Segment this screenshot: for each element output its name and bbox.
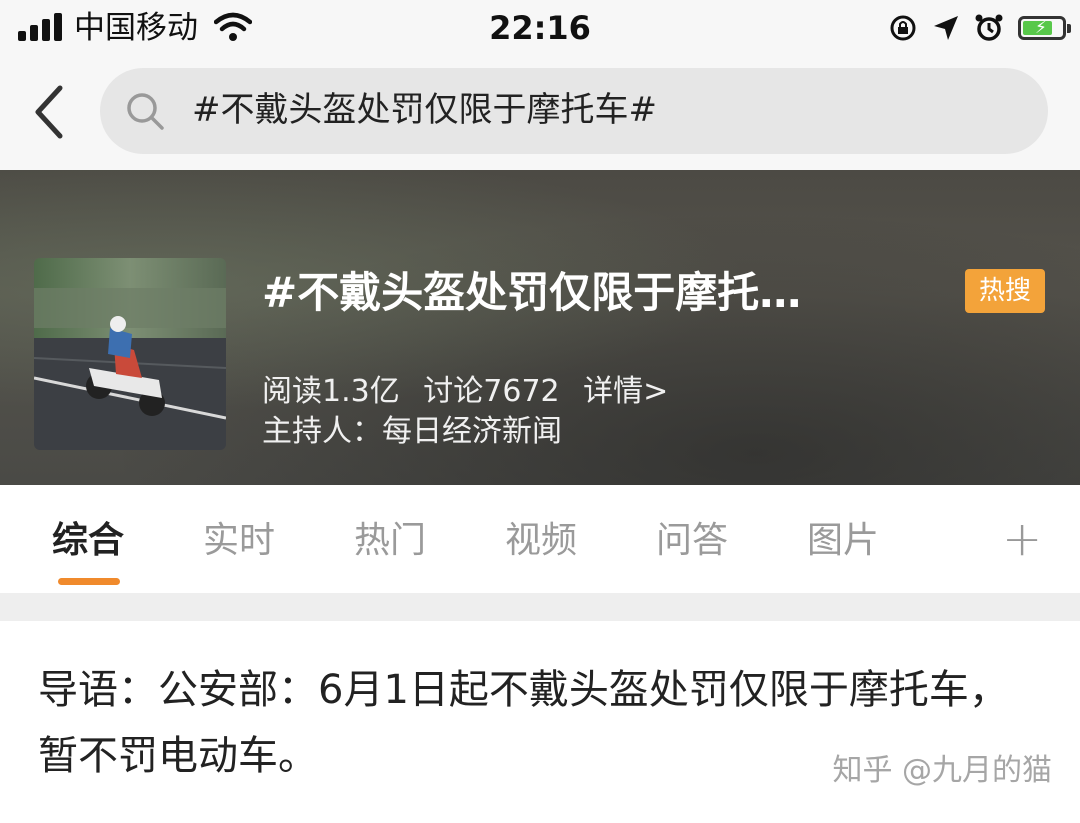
rotation-lock-icon [890,15,916,41]
search-query[interactable]: #不戴头盔处罚仅限于摩托车# [192,88,657,132]
tab-qa[interactable]: 问答 [656,519,728,563]
section-divider [0,593,1080,621]
search-header: #不戴头盔处罚仅限于摩托车# [0,60,1080,170]
hot-search-badge: 热搜 [965,269,1045,313]
topic-host: 主持人：每日经济新闻 [262,414,562,449]
tab-bar: 综合 实时 热门 视频 问答 图片 + [0,485,1080,593]
tab-images[interactable]: 图片 [807,519,879,563]
back-chevron-icon[interactable] [30,82,70,142]
read-count: 阅读1.3亿 [262,374,400,409]
tab-hot[interactable]: 热门 [354,519,426,563]
alarm-icon [975,14,1003,41]
topic-thumbnail-image[interactable] [34,258,226,450]
intro-card: 导语：公安部：6月1日起不戴头盔处罚仅限于摩托车，暂不罚电动车。 知乎 @九月的… [0,621,1080,823]
tab-comprehensive[interactable]: 综合 [52,519,124,563]
details-link[interactable]: 详情> [583,374,668,409]
search-input[interactable]: #不戴头盔处罚仅限于摩托车# [100,68,1048,154]
wifi-icon [214,12,252,41]
topic-banner: #不戴头盔处罚仅限于摩托… 热搜 阅读1.3亿 讨论7672 详情> 主持人：每… [0,170,1080,485]
active-tab-indicator [58,578,120,585]
search-icon [127,93,164,130]
watermark: 知乎 @九月的猫 [832,753,1052,788]
tab-video[interactable]: 视频 [505,519,577,563]
status-bar: 中国移动 22:16 ⚡ [0,0,1080,60]
topic-stats: 阅读1.3亿 讨论7672 详情> [262,370,682,414]
tab-realtime[interactable]: 实时 [203,519,275,563]
add-tab-button[interactable]: + [1002,509,1042,569]
carrier-name: 中国移动 [74,10,198,46]
cellular-signal-icon [18,13,64,41]
battery-icon: ⚡ [1018,16,1071,40]
discussion-count: 讨论7672 [423,374,560,409]
topic-title: #不戴头盔处罚仅限于摩托… [262,268,802,317]
location-arrow-icon [934,16,958,40]
